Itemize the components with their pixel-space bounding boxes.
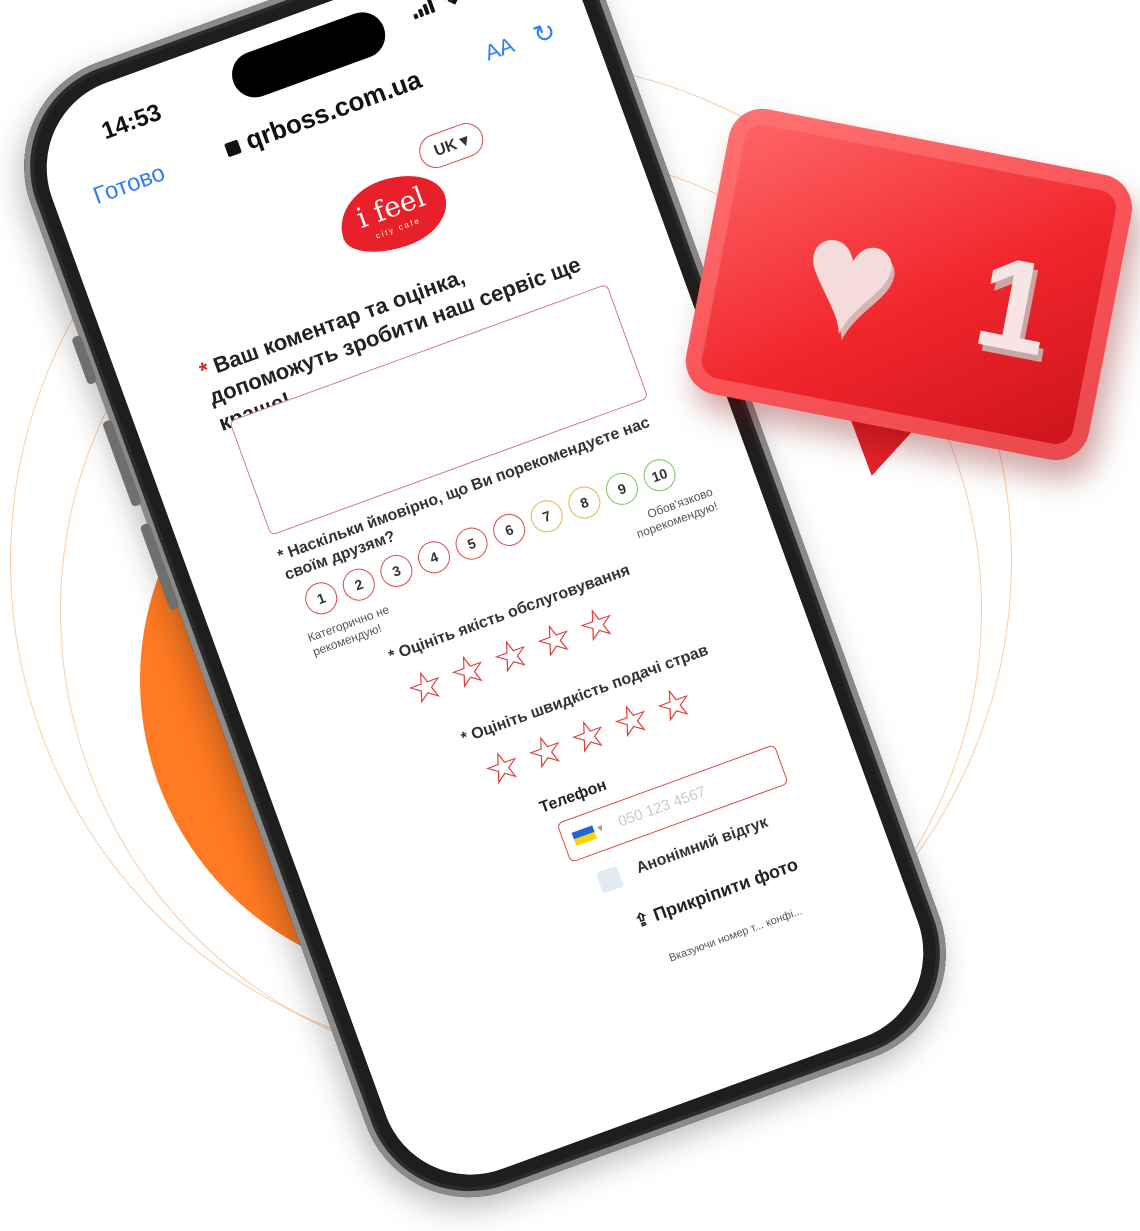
language-select[interactable]: UK ▾	[414, 118, 489, 173]
phone-placeholder: 050 123 4567	[615, 783, 709, 831]
service-star-1[interactable]: ☆	[400, 658, 451, 715]
speed-star-2[interactable]: ☆	[520, 723, 571, 780]
wifi-icon	[440, 0, 466, 9]
service-star-5[interactable]: ☆	[571, 595, 622, 652]
service-star-2[interactable]: ☆	[443, 642, 494, 699]
country-dropdown-icon[interactable]: ▾	[596, 821, 605, 835]
scale-option-4[interactable]: 4	[413, 536, 455, 578]
text-size-button[interactable]: AA	[481, 32, 517, 66]
speed-star-3[interactable]: ☆	[563, 707, 614, 764]
scale-option-9[interactable]: 9	[601, 468, 643, 510]
service-star-3[interactable]: ☆	[486, 627, 537, 684]
language-value: UK	[431, 136, 460, 161]
speed-star-1[interactable]: ☆	[477, 738, 528, 795]
upload-icon: ⇪	[631, 907, 653, 932]
scale-option-1[interactable]: 1	[300, 577, 342, 619]
status-icons	[409, 0, 507, 21]
status-time: 14:53	[98, 98, 166, 146]
scale-option-8[interactable]: 8	[563, 482, 605, 524]
signal-icon	[410, 0, 436, 20]
scale-option-7[interactable]: 7	[526, 495, 568, 537]
done-button[interactable]: Готово	[90, 159, 169, 211]
scale-option-2[interactable]: 2	[338, 564, 380, 606]
service-star-4[interactable]: ☆	[528, 611, 579, 668]
scale-option-5[interactable]: 5	[451, 523, 493, 565]
reload-icon[interactable]: ↻	[529, 15, 560, 52]
scale-option-6[interactable]: 6	[488, 509, 530, 551]
ukraine-flag-icon[interactable]	[571, 825, 598, 847]
speed-star-5[interactable]: ☆	[649, 676, 700, 733]
scale-option-10[interactable]: 10	[639, 454, 681, 496]
brand-logo: i feel city cafe	[329, 161, 457, 266]
speed-star-4[interactable]: ☆	[606, 692, 657, 749]
anonymous-checkbox[interactable]	[595, 865, 624, 894]
lock-icon	[224, 139, 242, 158]
like-bubble	[680, 102, 1138, 466]
scale-option-3[interactable]: 3	[375, 550, 417, 592]
